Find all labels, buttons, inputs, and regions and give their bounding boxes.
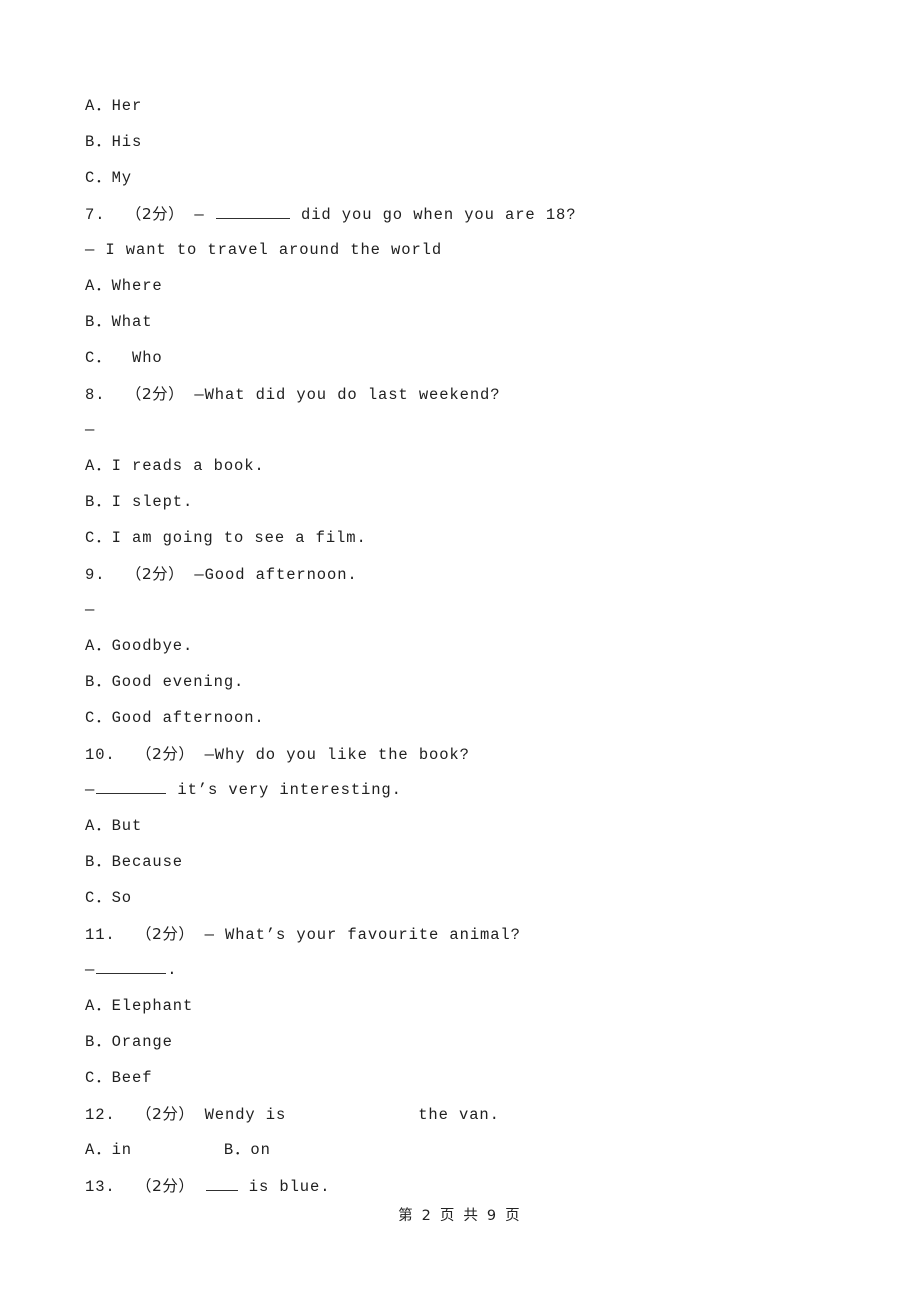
question-number: 7. bbox=[85, 206, 106, 224]
option-row: B．I slept. bbox=[85, 493, 194, 511]
option-row: A．Elephant bbox=[85, 997, 194, 1015]
stem-prefix: —Why do you like the book? bbox=[204, 746, 470, 764]
question-stem: 9. （2分） —Good afternoon. bbox=[85, 556, 845, 592]
option-row: A．in B．on bbox=[85, 1141, 271, 1159]
question-score: （2分） bbox=[136, 1177, 195, 1195]
question-number: 11. bbox=[85, 926, 116, 944]
page-footer: 第 2 页 共 9 页 bbox=[398, 1208, 522, 1224]
option-row: A．But bbox=[85, 817, 143, 835]
question-stem: 11. （2分） — What’s your favourite animal? bbox=[85, 916, 845, 952]
option-row: B．What bbox=[85, 313, 153, 331]
answer-blank bbox=[215, 203, 290, 219]
dash-marker: — bbox=[85, 781, 96, 799]
question-stem: 8. （2分） —What did you do last weekend? bbox=[85, 376, 845, 412]
stem-prefix: —Good afternoon. bbox=[194, 566, 358, 584]
question-number: 8. bbox=[85, 386, 106, 404]
document-page: A．Her B．His C．My 7. （2分） — did you go wh… bbox=[0, 0, 920, 1302]
answer-blank bbox=[205, 1175, 238, 1191]
stem-suffix: is blue. bbox=[238, 1178, 331, 1196]
question-score: （2分） bbox=[136, 745, 195, 763]
stem-prefix: —What did you do last weekend? bbox=[194, 386, 501, 404]
question-number: 9. bbox=[85, 566, 106, 584]
question-answer-line: —. bbox=[85, 952, 845, 988]
question-stem: 10. （2分） —Why do you like the book? bbox=[85, 736, 845, 772]
stem-prefix: — bbox=[194, 206, 215, 224]
option-row: A．I reads a book. bbox=[85, 457, 265, 475]
question-stem: 7. （2分） — did you go when you are 18? bbox=[85, 196, 845, 232]
option-row: A．Goodbye. bbox=[85, 637, 194, 655]
option-row: C． Who bbox=[85, 349, 163, 367]
stem-prefix: Wendy is bbox=[204, 1106, 287, 1124]
question-number: 10. bbox=[85, 746, 116, 764]
question-score: （2分） bbox=[136, 925, 195, 943]
question-score: （2分） bbox=[136, 1105, 195, 1123]
option-row: B．His bbox=[85, 133, 143, 151]
question-stem: 12. （2分） Wendy is the van. bbox=[85, 1096, 845, 1132]
stem-prefix: — What’s your favourite animal? bbox=[204, 926, 521, 944]
option-row: B．Good evening. bbox=[85, 673, 245, 691]
dash-marker: — bbox=[85, 961, 96, 979]
answer-blank bbox=[96, 958, 167, 974]
question-number: 12. bbox=[85, 1106, 116, 1124]
question-answer-line: — I want to travel around the world bbox=[85, 241, 443, 259]
option-row: B．Orange bbox=[85, 1033, 173, 1051]
answer-blank bbox=[96, 778, 167, 794]
question-answer-line: — bbox=[85, 421, 96, 439]
question-answer-line: — it’s very interesting. bbox=[85, 772, 845, 808]
answer-suffix: it’s very interesting. bbox=[167, 781, 402, 799]
stem-suffix: did you go when you are 18? bbox=[290, 206, 577, 224]
option-row: C．Good afternoon. bbox=[85, 709, 265, 727]
option-row: A．Her bbox=[85, 97, 143, 115]
question-answer-line: — bbox=[85, 601, 96, 619]
option-row: C．So bbox=[85, 889, 133, 907]
question-score: （2分） bbox=[125, 565, 185, 583]
option-row: B．Because bbox=[85, 853, 184, 871]
question-stem: 13. （2分） is blue. bbox=[85, 1168, 845, 1204]
option-row: C．My bbox=[85, 169, 133, 187]
question-score: （2分） bbox=[125, 385, 185, 403]
question-list: A．Her B．His C．My 7. （2分） — did you go wh… bbox=[85, 88, 845, 1204]
question-number: 13. bbox=[85, 1178, 116, 1196]
option-row: C．Beef bbox=[85, 1069, 153, 1087]
question-score: （2分） bbox=[125, 205, 185, 223]
answer-suffix: . bbox=[167, 961, 178, 979]
stem-suffix: the van. bbox=[418, 1106, 500, 1124]
option-row: C．I am going to see a film. bbox=[85, 529, 367, 547]
option-row: A．Where bbox=[85, 277, 163, 295]
